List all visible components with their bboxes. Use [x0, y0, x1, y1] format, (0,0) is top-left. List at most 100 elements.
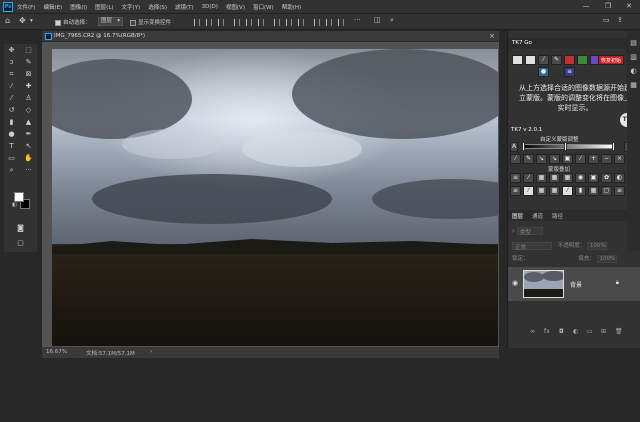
tk7-close-icon[interactable]: ×	[614, 154, 625, 164]
tk7-row4-e-icon[interactable]: ⁄	[562, 186, 573, 196]
tk7-source-button[interactable]	[512, 55, 523, 65]
eraser-tool-icon[interactable]: ◇	[24, 106, 33, 115]
distribute-top-icon[interactable]	[314, 19, 320, 26]
layer-row-background[interactable]: ◉ 背景 🔒︎	[508, 267, 640, 301]
share-icon[interactable]: ⇪	[617, 16, 623, 24]
workspace-icon[interactable]: ▭	[603, 16, 610, 24]
adjustments-panel-icon[interactable]: ◐	[629, 67, 638, 76]
tk7-brush-icon[interactable]: ✎	[551, 55, 562, 65]
menu-file[interactable]: 文件(F)	[17, 3, 35, 11]
tk7-tool-a-icon[interactable]: ↘	[536, 154, 547, 164]
tab-tk7-go[interactable]: TK7 Go	[512, 40, 532, 46]
tk7-reset-button[interactable]: 恢复初始	[598, 55, 625, 65]
tk7-row3-d-icon[interactable]: ▦	[549, 173, 560, 183]
close-button[interactable]: ✕	[619, 0, 639, 13]
move-tool-icon[interactable]: ✥	[19, 16, 26, 25]
blur-tool-icon[interactable]: ▲	[24, 118, 33, 127]
document-tab[interactable]: IMG_7965.CR2 @ 16.7%(RGB/8*) ×	[42, 31, 499, 42]
history-panel-icon[interactable]: ▤	[629, 39, 638, 48]
adjustment-layer-icon[interactable]: ◐	[573, 328, 578, 335]
tk7-tool-c-icon[interactable]: ▣	[562, 154, 573, 164]
auto-select-dropdown[interactable]: 图层 ▾	[98, 17, 124, 26]
lasso-tool-icon[interactable]: ↄ	[7, 58, 16, 67]
tk7-add-icon[interactable]: +	[588, 154, 599, 164]
tk7-tool-b-icon[interactable]: ↘	[549, 154, 560, 164]
align-left-icon[interactable]	[194, 19, 200, 26]
brush-tool-icon[interactable]: ⁄	[7, 94, 16, 103]
3d-mode-icon[interactable]: ◫	[374, 16, 381, 24]
new-layer-icon[interactable]: ⊞	[601, 328, 606, 335]
hand-tool-icon[interactable]: ✋	[24, 154, 33, 163]
layer-style-icon[interactable]: fx	[544, 328, 550, 335]
menu-type[interactable]: 文字(Y)	[122, 3, 141, 11]
blend-mode-select[interactable]: 正常	[512, 241, 552, 251]
tk7-slider-left-handle[interactable]	[522, 142, 525, 151]
tk7-row3-g-icon[interactable]: ▣	[588, 173, 599, 183]
tk7-subtract-icon[interactable]: −	[601, 154, 612, 164]
menu-layer[interactable]: 图层(L)	[95, 3, 113, 11]
align-right-icon[interactable]	[218, 19, 224, 26]
tk7-a-button[interactable]: A	[510, 142, 518, 152]
align-middle-icon[interactable]	[246, 19, 252, 26]
tk7-row4-f-icon[interactable]: ▮	[575, 186, 586, 196]
tk7-white-button[interactable]	[525, 55, 536, 65]
marquee-tool-icon[interactable]: ⬚	[24, 46, 33, 55]
status-menu-arrow[interactable]: ›	[150, 349, 152, 355]
tk7-paint-icon[interactable]: ⁄	[510, 154, 521, 164]
dodge-tool-icon[interactable]: ●	[7, 130, 16, 139]
tk7-row4-h-icon[interactable]: ▢	[601, 186, 612, 196]
tk7-slider-mid-handle[interactable]	[564, 142, 567, 151]
crop-tool-icon[interactable]: ⌗	[7, 70, 16, 79]
tk7-row4-i-icon[interactable]: ≡	[614, 186, 625, 196]
layer-filter-row[interactable]: ⌕ 类型	[512, 227, 543, 236]
clone-stamp-tool-icon[interactable]: ♙	[24, 94, 33, 103]
tab-paths[interactable]: 路径	[552, 212, 563, 220]
history-brush-tool-icon[interactable]: ↺	[7, 106, 16, 115]
more-tools-icon[interactable]: ···	[24, 166, 33, 175]
align-center-icon[interactable]	[206, 19, 212, 26]
distribute-center-icon[interactable]	[286, 19, 292, 26]
tk7-tool-d-icon[interactable]: ⁄	[575, 154, 586, 164]
tk7-slider-right-handle[interactable]	[612, 142, 615, 151]
search-icon[interactable]: ⌕	[390, 16, 394, 25]
healing-brush-tool-icon[interactable]: ✚	[24, 82, 33, 91]
tk7-eyedropper-icon[interactable]: ✎	[523, 154, 534, 164]
zoom-level[interactable]: 16.67%	[46, 349, 67, 355]
zoom-tool-icon[interactable]: ⌕	[7, 166, 16, 175]
pen-tool-icon[interactable]: ✒	[24, 130, 33, 139]
document-close-button[interactable]: ×	[489, 31, 495, 42]
tool-preset-chevron-icon[interactable]: ▾	[30, 18, 33, 24]
menu-view[interactable]: 视图(V)	[226, 3, 245, 11]
tk7-adjust-slider[interactable]	[523, 144, 614, 149]
gradient-tool-icon[interactable]: ▮	[7, 118, 16, 127]
add-mask-icon[interactable]: ◘	[559, 328, 564, 335]
align-top-icon[interactable]	[234, 19, 240, 26]
tk7-row3-h-icon[interactable]: ✿	[601, 173, 612, 183]
tk7-row3-c-icon[interactable]: ▦	[536, 173, 547, 183]
more-options-icon[interactable]: ···	[354, 16, 361, 24]
tk7-row3-b-icon[interactable]: ⁄	[523, 173, 534, 183]
menu-select[interactable]: 选择(S)	[148, 3, 167, 11]
type-tool-icon[interactable]: T	[7, 142, 16, 151]
tk7-row3-f-icon[interactable]: ◉	[575, 173, 586, 183]
show-transform-checkbox[interactable]: 显示变换控件	[130, 18, 171, 26]
quick-select-tool-icon[interactable]: ✎	[24, 58, 33, 67]
layer-filter-select[interactable]: 类型	[516, 227, 543, 236]
path-select-tool-icon[interactable]: ↖	[24, 142, 33, 151]
link-layers-icon[interactable]: ∞	[530, 328, 535, 335]
menu-image[interactable]: 图像(I)	[70, 3, 87, 11]
minimize-button[interactable]: —	[576, 0, 596, 13]
home-icon[interactable]: ⌂	[5, 16, 10, 25]
menu-edit[interactable]: 编辑(E)	[43, 3, 62, 11]
menu-filter[interactable]: 滤镜(T)	[175, 3, 194, 11]
tk7-green-button[interactable]	[577, 55, 588, 65]
tab-layers[interactable]: 图层	[512, 212, 523, 220]
distribute-middle-icon[interactable]	[326, 19, 332, 26]
move-tool-icon[interactable]: ✥	[7, 46, 16, 55]
tab-channels[interactable]: 通道	[532, 212, 543, 220]
tk7-row4-d-icon[interactable]: ▦	[549, 186, 560, 196]
distribute-right-icon[interactable]	[298, 19, 304, 26]
tk7-row4-a-icon[interactable]: ≡	[510, 186, 521, 196]
opacity-field[interactable]: 100%	[587, 241, 608, 250]
tk7-row3-e-icon[interactable]: ▦	[562, 173, 573, 183]
